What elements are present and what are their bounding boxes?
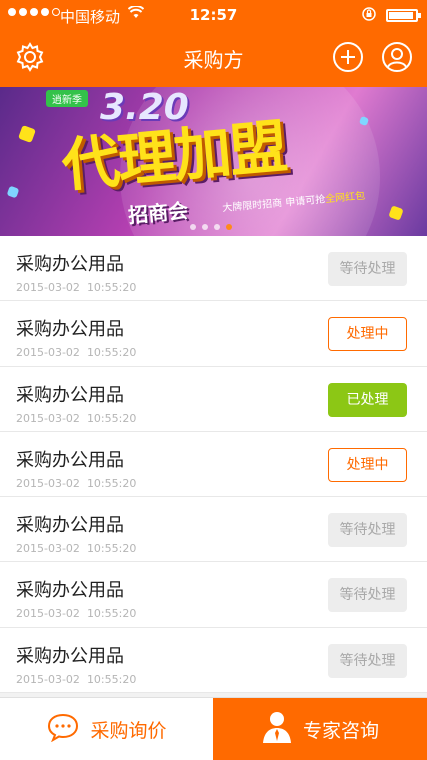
- tab-purchase-inquiry-label: 采购询价: [90, 720, 167, 742]
- list-item-title: 采购办公用品: [16, 254, 124, 275]
- banner-subline: 招商会: [127, 198, 190, 228]
- list-item[interactable]: 采购办公用品 2015-03-02 10:55:20 已处理: [0, 366, 427, 432]
- top-bar: 中国移动 12:57 采购方: [0, 0, 427, 87]
- chat-bubble-icon: [46, 712, 80, 747]
- list-item[interactable]: 采购办公用品 2015-03-02 10:55:20 等待处理: [0, 236, 427, 302]
- banner-tag: 逍新季: [46, 90, 88, 107]
- carousel-dot-active: [226, 224, 232, 230]
- list-item[interactable]: 采购办公用品 2015-03-02 10:55:20 处理中: [0, 431, 427, 498]
- status-badge[interactable]: 等待处理: [328, 578, 407, 613]
- status-bar: 中国移动 12:57: [0, 0, 427, 30]
- carousel-dot: [202, 224, 208, 230]
- list-item-title: 采购办公用品: [16, 515, 124, 537]
- status-badge[interactable]: 等待处理: [328, 513, 407, 548]
- status-badge[interactable]: 等待处理: [328, 252, 407, 286]
- status-badge[interactable]: 处理中: [328, 317, 407, 352]
- purchase-list: 采购办公用品 2015-03-02 10:55:20 等待处理 采购办公用品 2015-…: [0, 236, 427, 694]
- list-item[interactable]: 采购办公用品 2015-03-02 10:55:20 等待处理: [0, 497, 427, 563]
- expert-person-icon: [261, 710, 293, 749]
- battery-icon: [386, 9, 421, 22]
- list-item-title: 采购办公用品: [16, 449, 124, 471]
- list-item-title: 采购办公用品: [16, 645, 124, 667]
- tab-purchase-inquiry[interactable]: 采购询价: [0, 698, 213, 760]
- list-item-title: 采购办公用品: [16, 319, 124, 341]
- list-item-title: 采购办公用品: [16, 384, 124, 406]
- list-item[interactable]: 采购办公用品 2015-03-02 10:55:20 等待处理: [0, 562, 427, 628]
- tab-expert-consult[interactable]: 专家咨询: [213, 698, 427, 760]
- carousel-dot: [214, 224, 220, 230]
- rotation-lock-icon: [362, 7, 376, 25]
- list-item-timestamp: 2015-03-02 10:55:20: [16, 607, 137, 621]
- list-item[interactable]: 采购办公用品 2015-03-02 10:55:20 处理中: [0, 301, 427, 367]
- carousel-dot: [190, 224, 196, 230]
- list-item-timestamp: 2015-03-02 10:55:20: [16, 411, 137, 425]
- status-badge[interactable]: 等待处理: [328, 643, 407, 678]
- plus-circle-icon[interactable]: [332, 41, 364, 73]
- list-item-timestamp: 2015-03-02 10:55:20: [16, 542, 137, 556]
- list-item-timestamp: 2015-03-02 10:55:20: [16, 281, 137, 294]
- user-icon[interactable]: [381, 41, 413, 73]
- list-item-timestamp: 2015-03-02 10:55:20: [16, 672, 137, 686]
- status-badge[interactable]: 已处理: [328, 382, 407, 417]
- carousel-indicator[interactable]: [190, 224, 232, 230]
- list-item-title: 采购办公用品: [16, 580, 124, 602]
- status-badge[interactable]: 处理中: [328, 447, 407, 482]
- list-item-timestamp: 2015-03-02 10:55:20: [16, 346, 137, 360]
- list-item[interactable]: 采购办公用品 2015-03-02 10:55:20 等待处理: [0, 627, 427, 694]
- promo-banner[interactable]: 逍新季 3.20 代理加盟 招商会 大牌限时招商 申请可抢全网红包: [0, 87, 427, 236]
- bottom-tab-bar: 采购询价 专家咨询: [0, 697, 427, 760]
- list-item-timestamp: 2015-03-02 10:55:20: [16, 476, 137, 490]
- tab-expert-consult-label: 专家咨询: [302, 720, 379, 742]
